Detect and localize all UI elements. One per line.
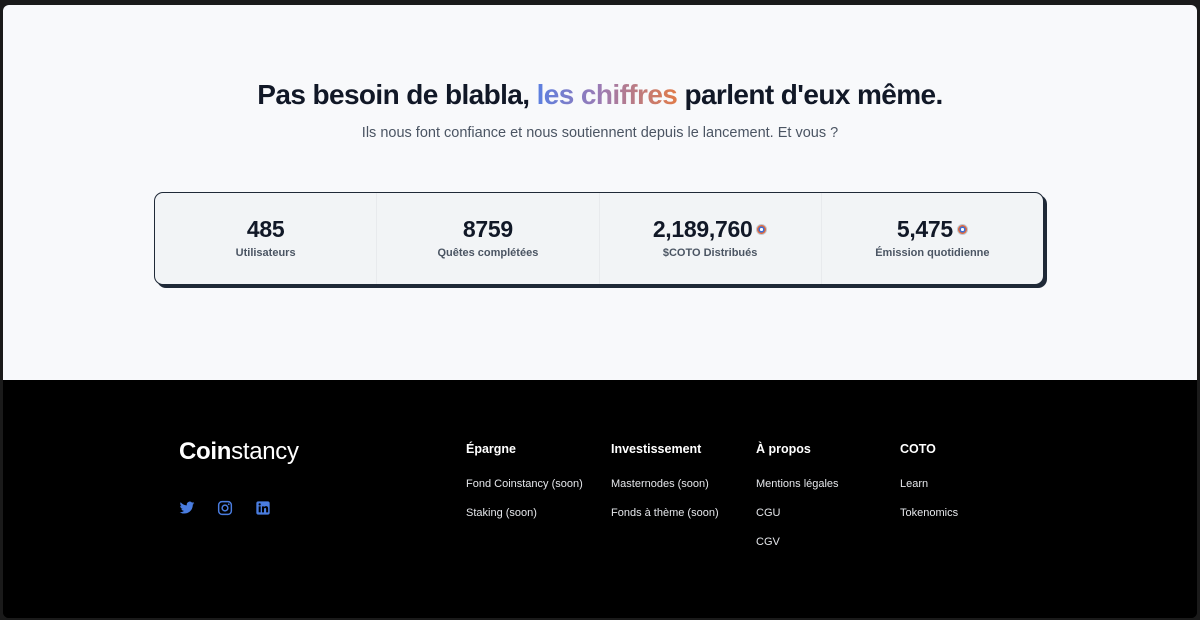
footer-column-title: COTO: [900, 442, 936, 456]
stat-value: 2,189,760: [653, 216, 768, 243]
footer-link-cgv[interactable]: CGV: [756, 535, 839, 564]
footer-column-epargne: Épargne Fond Coinstancy (soon) Staking (…: [466, 442, 583, 535]
footer-column-title: Investissement: [611, 442, 702, 456]
browser-viewport: Pas besoin de blabla, les chiffres parle…: [3, 5, 1197, 618]
stat-label: Émission quotidienne: [875, 247, 990, 259]
stat-number: 5,475: [896, 216, 953, 242]
stats-card: 485 Utilisateurs 8759 Quêtes complétées …: [154, 192, 1044, 285]
stat-label: Utilisateurs: [235, 247, 296, 259]
footer-column-coto: COTO Learn Tokenomics: [900, 442, 958, 535]
footer-column-a-propos: À propos Mentions légales CGU CGV: [756, 442, 839, 564]
stat-label: Quêtes complétées: [437, 247, 539, 259]
headline-text: Pas besoin de blabla,: [257, 79, 537, 110]
instagram-icon[interactable]: [217, 500, 233, 516]
stat-value: 8759: [463, 216, 513, 243]
stat-number: 8759: [462, 216, 513, 242]
stat-daily-emission: 5,475 Émission quotidienne: [822, 193, 1043, 284]
stat-number: 485: [246, 216, 285, 242]
headline-highlight: les chiffres: [536, 79, 678, 110]
social-links: [179, 500, 271, 516]
stat-value: 485: [246, 216, 285, 243]
stat-value: 5,475: [897, 216, 968, 243]
headline-text-end: parlent d'eux même.: [677, 79, 943, 110]
coto-coin-icon: [756, 224, 768, 235]
footer-link-staking[interactable]: Staking (soon): [466, 506, 583, 535]
logo-bold: Coin: [179, 438, 232, 465]
stat-label: $COTO Distribués: [662, 247, 758, 259]
footer-link-masternodes[interactable]: Masternodes (soon): [611, 477, 719, 506]
coinstancy-logo[interactable]: Coinstancy: [179, 438, 299, 466]
footer-link-mentions-legales[interactable]: Mentions légales: [756, 477, 839, 506]
site-footer: Coinstancy Épargne Fond Coinstancy (soon…: [3, 380, 1197, 618]
stat-distributed: 2,189,760 $COTO Distribués: [600, 193, 822, 284]
stat-quests: 8759 Quêtes complétées: [377, 193, 600, 284]
stat-number: 2,189,760: [652, 216, 753, 242]
section-subtitle: Ils nous font confiance et nous soutienn…: [361, 125, 839, 141]
stat-users: 485 Utilisateurs: [155, 193, 378, 284]
coto-coin-icon: [956, 224, 968, 235]
logo-light: stancy: [231, 438, 299, 465]
footer-link-cgu[interactable]: CGU: [756, 506, 839, 535]
linkedin-icon[interactable]: [255, 500, 271, 516]
section-headline: Pas besoin de blabla, les chiffres parle…: [3, 79, 1197, 111]
footer-column-title: Épargne: [466, 442, 517, 456]
footer-link-learn[interactable]: Learn: [900, 477, 958, 506]
footer-link-fond-coinstancy[interactable]: Fond Coinstancy (soon): [466, 477, 583, 506]
footer-link-tokenomics[interactable]: Tokenomics: [900, 506, 958, 535]
footer-link-fonds-theme[interactable]: Fonds à thème (soon): [611, 506, 719, 535]
twitter-icon[interactable]: [179, 500, 195, 516]
stats-section: Pas besoin de blabla, les chiffres parle…: [3, 5, 1197, 380]
footer-column-investissement: Investissement Masternodes (soon) Fonds …: [611, 442, 719, 535]
footer-column-title: À propos: [756, 442, 811, 456]
